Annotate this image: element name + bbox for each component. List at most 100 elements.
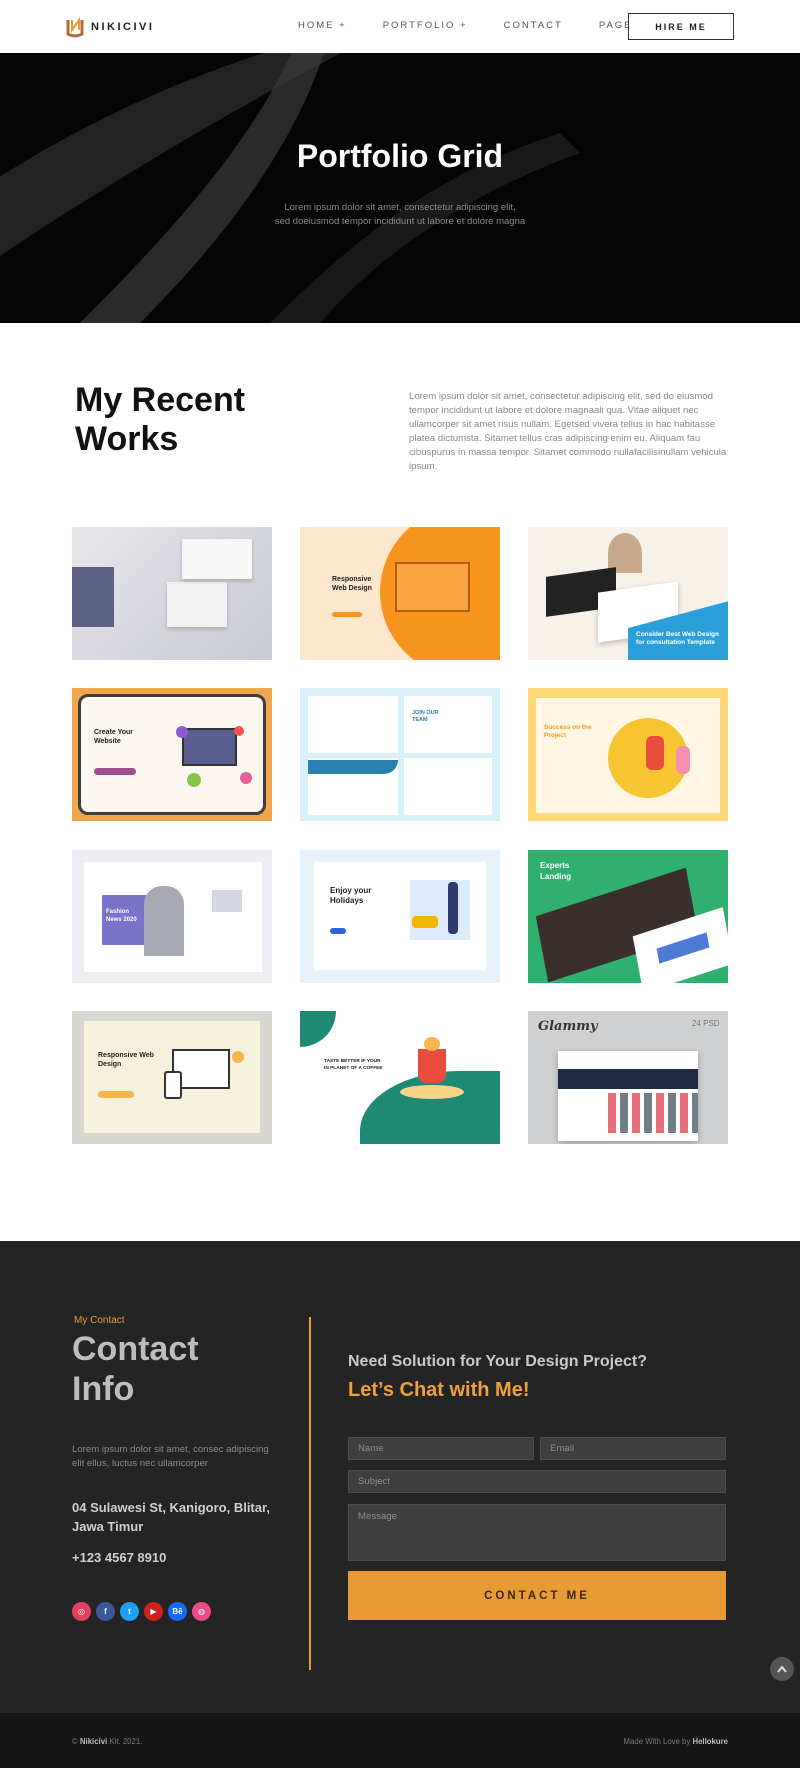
contact-subheading: Let’s Chat with Me! <box>348 1379 530 1401</box>
card-11-cup <box>418 1049 446 1083</box>
portfolio-card-1[interactable] <box>72 527 272 660</box>
card-2-caption: Responsive Web Design <box>332 576 372 592</box>
nav-contact[interactable]: CONTACT <box>504 20 563 31</box>
name-field[interactable]: Name <box>348 1437 534 1460</box>
contact-divider <box>309 1317 311 1670</box>
portfolio-card-2[interactable]: Responsive Web Design <box>300 527 500 660</box>
hero-subtitle: Lorem ipsum dolor sit amet, consectetur … <box>0 201 800 229</box>
card-3-caption: Consider Best Web Design for consultatio… <box>636 631 719 646</box>
card-5-caption: JOIN OUR TEAM <box>412 710 439 723</box>
page: NIKICIVI HOME + PORTFOLIO + CONTACT PAGE… <box>0 0 800 1768</box>
hero-subtitle-line-2: sed doeiusmod tempor incididunt ut labor… <box>274 216 526 227</box>
twitter-icon[interactable]: t <box>120 1602 139 1621</box>
card-4-bubble-green <box>187 773 201 787</box>
card-12-caption: Glammy <box>538 1019 598 1034</box>
portfolio-card-9[interactable]: Experts Landing <box>528 850 728 983</box>
chevron-up-icon <box>777 1665 787 1673</box>
hero-banner: Portfolio Grid Lorem ipsum dolor sit ame… <box>0 53 800 323</box>
card-4-frame <box>78 694 266 815</box>
portfolio-card-8[interactable]: Enjoy your Holidays <box>300 850 500 983</box>
nav-home[interactable]: HOME + <box>298 20 347 31</box>
card-12-products <box>608 1093 698 1133</box>
contact-phone[interactable]: +123 4567 8910 <box>72 1550 166 1565</box>
card-11-saucer <box>400 1085 464 1099</box>
card-1-photo <box>167 582 227 627</box>
card-4-monitor <box>182 728 237 766</box>
hero-background-swirl <box>0 53 580 323</box>
contact-title: Contact Info <box>72 1329 199 1409</box>
email-field[interactable]: Email <box>540 1437 726 1460</box>
card-2-screen <box>395 562 470 612</box>
facebook-icon[interactable]: f <box>96 1602 115 1621</box>
copyright-prefix: © <box>72 1737 80 1746</box>
social-links: ◎ f t ▶ Bē ◍ <box>72 1602 211 1621</box>
card-8-backdrop <box>410 880 470 940</box>
nav-portfolio[interactable]: PORTFOLIO + <box>383 20 468 31</box>
credits: Made With Love by Hellokure <box>624 1737 728 1746</box>
card-10-caption: Responsive Web Design <box>98 1052 154 1068</box>
card-4-button <box>94 768 136 775</box>
card-7-model <box>144 886 184 956</box>
contact-heading: Need Solution for Your Design Project? <box>348 1353 647 1370</box>
credits-brand[interactable]: Hellokure <box>692 1737 728 1746</box>
contact-title-line-2: Info <box>72 1370 135 1408</box>
contact-description: Lorem ipsum dolor sit amet, consec adipi… <box>72 1444 269 1469</box>
instagram-icon[interactable]: ◎ <box>72 1602 91 1621</box>
card-8-caption: Enjoy your Holidays <box>330 886 372 905</box>
portfolio-card-12[interactable]: Glammy 24 PSD <box>528 1011 728 1144</box>
scroll-to-top-button[interactable] <box>770 1657 794 1681</box>
portfolio-card-3[interactable]: Consider Best Web Design for consultatio… <box>528 527 728 660</box>
portfolio-card-4[interactable]: Create Your Website <box>72 688 272 821</box>
card-8-figure <box>448 882 458 934</box>
contact-kicker: My Contact <box>74 1315 125 1326</box>
card-12-dark-strip <box>558 1069 698 1089</box>
card-4-caption: Create Your Website <box>94 729 134 745</box>
youtube-icon[interactable]: ▶ <box>144 1602 163 1621</box>
copyright-brand: Nikicivi <box>79 1737 108 1746</box>
card-1-photo-2 <box>182 539 252 579</box>
card-10-button <box>98 1091 134 1098</box>
card-12-badge: 24 PSD <box>692 1019 720 1028</box>
contact-address: 04 Sulawesi St, Kanigoro, Blitar, Jawa T… <box>72 1500 270 1534</box>
portfolio-card-11[interactable]: TASTE BETTER IF YOUR IN PLANET OF A COFF… <box>300 1011 500 1144</box>
dribbble-icon[interactable]: ◍ <box>192 1602 211 1621</box>
site-header: NIKICIVI HOME + PORTFOLIO + CONTACT PAGE… <box>0 0 800 53</box>
portfolio-card-7[interactable]: Fashion News 2020 <box>72 850 272 983</box>
logo-mark-icon <box>66 16 84 38</box>
credits-prefix: Made With Love by <box>623 1737 693 1746</box>
card-4-bubble-red <box>234 726 244 736</box>
portfolio-card-5[interactable]: JOIN OUR TEAM <box>300 688 500 821</box>
brand-name: NIKICIVI <box>91 21 155 33</box>
card-5-panel-4 <box>404 758 492 815</box>
message-field[interactable]: Message <box>348 1504 726 1561</box>
works-heading: My Recent Works <box>75 381 245 459</box>
copyright: © Nikicivi Kit. 2021. <box>72 1737 142 1746</box>
site-footer: © Nikicivi Kit. 2021. Made With Love by … <box>0 1712 800 1768</box>
card-10-lamp <box>232 1051 244 1063</box>
card-2-button <box>332 612 362 617</box>
card-5-panel-2 <box>404 696 492 753</box>
card-7-caption: Fashion News 2020 <box>106 909 137 923</box>
contact-section: My Contact Contact Info Lorem ipsum dolo… <box>0 1241 800 1712</box>
portfolio-card-10[interactable]: Responsive Web Design <box>72 1011 272 1144</box>
contact-me-button[interactable]: CONTACT ME <box>348 1571 726 1620</box>
card-10-phone <box>164 1071 182 1099</box>
card-6-figure-red <box>646 736 664 770</box>
logo[interactable]: NIKICIVI <box>66 16 154 38</box>
portfolio-card-6[interactable]: Success on the Project <box>528 688 728 821</box>
card-7-thumb <box>212 890 242 912</box>
card-6-caption: Success on the Project <box>544 724 592 739</box>
works-heading-line-1: My Recent <box>75 381 246 419</box>
behance-icon[interactable]: Bē <box>168 1602 187 1621</box>
card-4-bubble-pink <box>240 772 252 784</box>
works-heading-line-2: Works <box>75 420 179 458</box>
hire-me-button[interactable]: HIRE ME <box>628 13 734 40</box>
card-5-wave <box>308 760 398 774</box>
subject-field[interactable]: Subject <box>348 1470 726 1493</box>
card-8-dog <box>412 916 438 928</box>
card-9-caption: Experts Landing <box>540 861 572 881</box>
card-5-panel-1 <box>308 696 398 753</box>
hero-subtitle-line-1: Lorem ipsum dolor sit amet, consectetur … <box>284 202 516 213</box>
works-description: Lorem ipsum dolor sit amet, consectetur … <box>409 391 727 472</box>
card-11-cup-top <box>424 1037 440 1051</box>
